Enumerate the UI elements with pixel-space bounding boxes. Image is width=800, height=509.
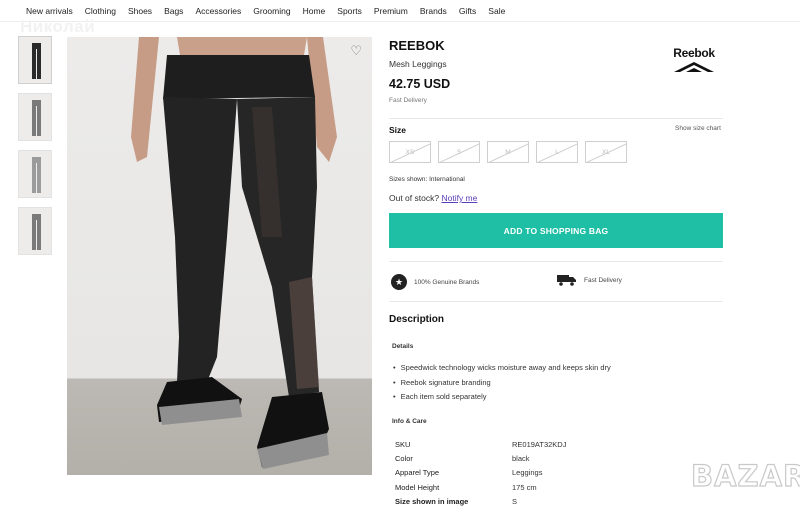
truck-icon (557, 275, 576, 286)
spec-table: SKU RE019AT32KDJ Color black Apparel Typ… (395, 437, 566, 508)
size-options: XS S M L XL (389, 141, 634, 163)
thumbnail-figure (32, 43, 41, 79)
user-watermark: Николай (20, 17, 96, 36)
thumbnail-figure (32, 157, 41, 193)
spec-row-size-shown: Size shown in image S (395, 494, 566, 508)
details-heading: Details (392, 343, 414, 350)
model-leggings-illustration (131, 37, 337, 469)
bazar-watermark: BAZAR (690, 458, 800, 493)
spec-value: black (512, 453, 530, 463)
nav-clothing[interactable]: Clothing (85, 6, 116, 16)
size-label: Size (389, 125, 407, 135)
list-item: Reebok signature branding (393, 378, 611, 393)
star-badge-icon: ★ (391, 274, 407, 290)
reebok-vector-icon (674, 62, 714, 72)
wishlist-heart-icon[interactable]: ♡ (350, 43, 362, 59)
genuine-brands-text: 100% Genuine Brands (414, 278, 480, 286)
fast-delivery-feature: Fast Delivery (557, 274, 622, 286)
spec-key: Apparel Type (395, 468, 440, 478)
out-of-stock-line: Out of stock? Notify me (389, 193, 477, 203)
spec-value: Leggings (512, 468, 543, 478)
thumbnail-3[interactable] (18, 150, 52, 198)
spec-key: SKU (395, 439, 411, 449)
product-price: 42.75 USD (389, 77, 451, 91)
info-care-heading: Info & Care (392, 418, 427, 425)
size-option-m[interactable]: M (487, 141, 529, 163)
product-name: Mesh Leggings (389, 59, 447, 69)
nav-accessories[interactable]: Accessories (195, 6, 241, 16)
spec-row-color: Color black (395, 451, 566, 465)
thumbnail-figure (32, 100, 41, 136)
size-option-s[interactable]: S (438, 141, 480, 163)
delivery-note: Fast Delivery (389, 97, 427, 104)
thumbnail-2[interactable] (18, 93, 52, 141)
add-to-bag-button[interactable]: ADD TO SHOPPING BAG (389, 213, 723, 248)
brand-logo[interactable]: Reebok (664, 46, 724, 76)
spec-value: RE019AT32KDJ (512, 439, 567, 449)
nav-home[interactable]: Home (303, 6, 326, 16)
nav-grooming[interactable]: Grooming (253, 6, 290, 16)
details-list: Speedwick technology wicks moisture away… (393, 363, 611, 407)
spec-row-model-height: Model Height 175 cm (395, 480, 566, 494)
fast-delivery-text: Fast Delivery (584, 276, 622, 284)
spec-key: Size shown in image (395, 496, 469, 506)
nav-sale[interactable]: Sale (488, 6, 505, 16)
genuine-brands-feature: ★ 100% Genuine Brands (391, 274, 479, 290)
spec-row-sku: SKU RE019AT32KDJ (395, 437, 566, 451)
size-option-xl[interactable]: XL (585, 141, 627, 163)
size-option-xs[interactable]: XS (389, 141, 431, 163)
out-of-stock-text: Out of stock? (389, 193, 440, 203)
nav-brands[interactable]: Brands (420, 6, 447, 16)
product-brand[interactable]: REEBOK (389, 38, 445, 53)
notify-me-link[interactable]: Notify me (441, 193, 477, 203)
divider (389, 118, 723, 119)
size-option-l[interactable]: L (536, 141, 578, 163)
spec-row-apparel-type: Apparel Type Leggings (395, 466, 566, 480)
nav-gifts[interactable]: Gifts (459, 6, 476, 16)
nav-new-arrivals[interactable]: New arrivals (26, 6, 73, 16)
thumbnail-list (18, 36, 52, 264)
size-chart-link[interactable]: Show size chart (675, 125, 721, 132)
spec-key: Model Height (395, 482, 440, 492)
main-product-image[interactable]: ♡ (67, 37, 372, 475)
spec-key: Color (395, 453, 413, 463)
description-heading: Description (389, 314, 445, 325)
thumbnail-1[interactable] (18, 36, 52, 84)
top-navigation: New arrivals Clothing Shoes Bags Accesso… (0, 0, 800, 22)
nav-shoes[interactable]: Shoes (128, 6, 152, 16)
list-item: Speedwick technology wicks moisture away… (393, 363, 611, 378)
nav-premium[interactable]: Premium (374, 6, 408, 16)
divider (389, 301, 723, 302)
thumbnail-figure (32, 214, 41, 250)
list-item: Each item sold separately (393, 392, 611, 407)
sizes-shown-note: Sizes shown: International (389, 176, 465, 183)
spec-value: 175 cm (512, 482, 537, 492)
nav-bags[interactable]: Bags (164, 6, 183, 16)
nav-sports[interactable]: Sports (337, 6, 362, 16)
divider (389, 261, 723, 262)
spec-value: S (512, 496, 518, 506)
thumbnail-4[interactable] (18, 207, 52, 255)
brand-logo-wordmark: Reebok (673, 46, 715, 60)
